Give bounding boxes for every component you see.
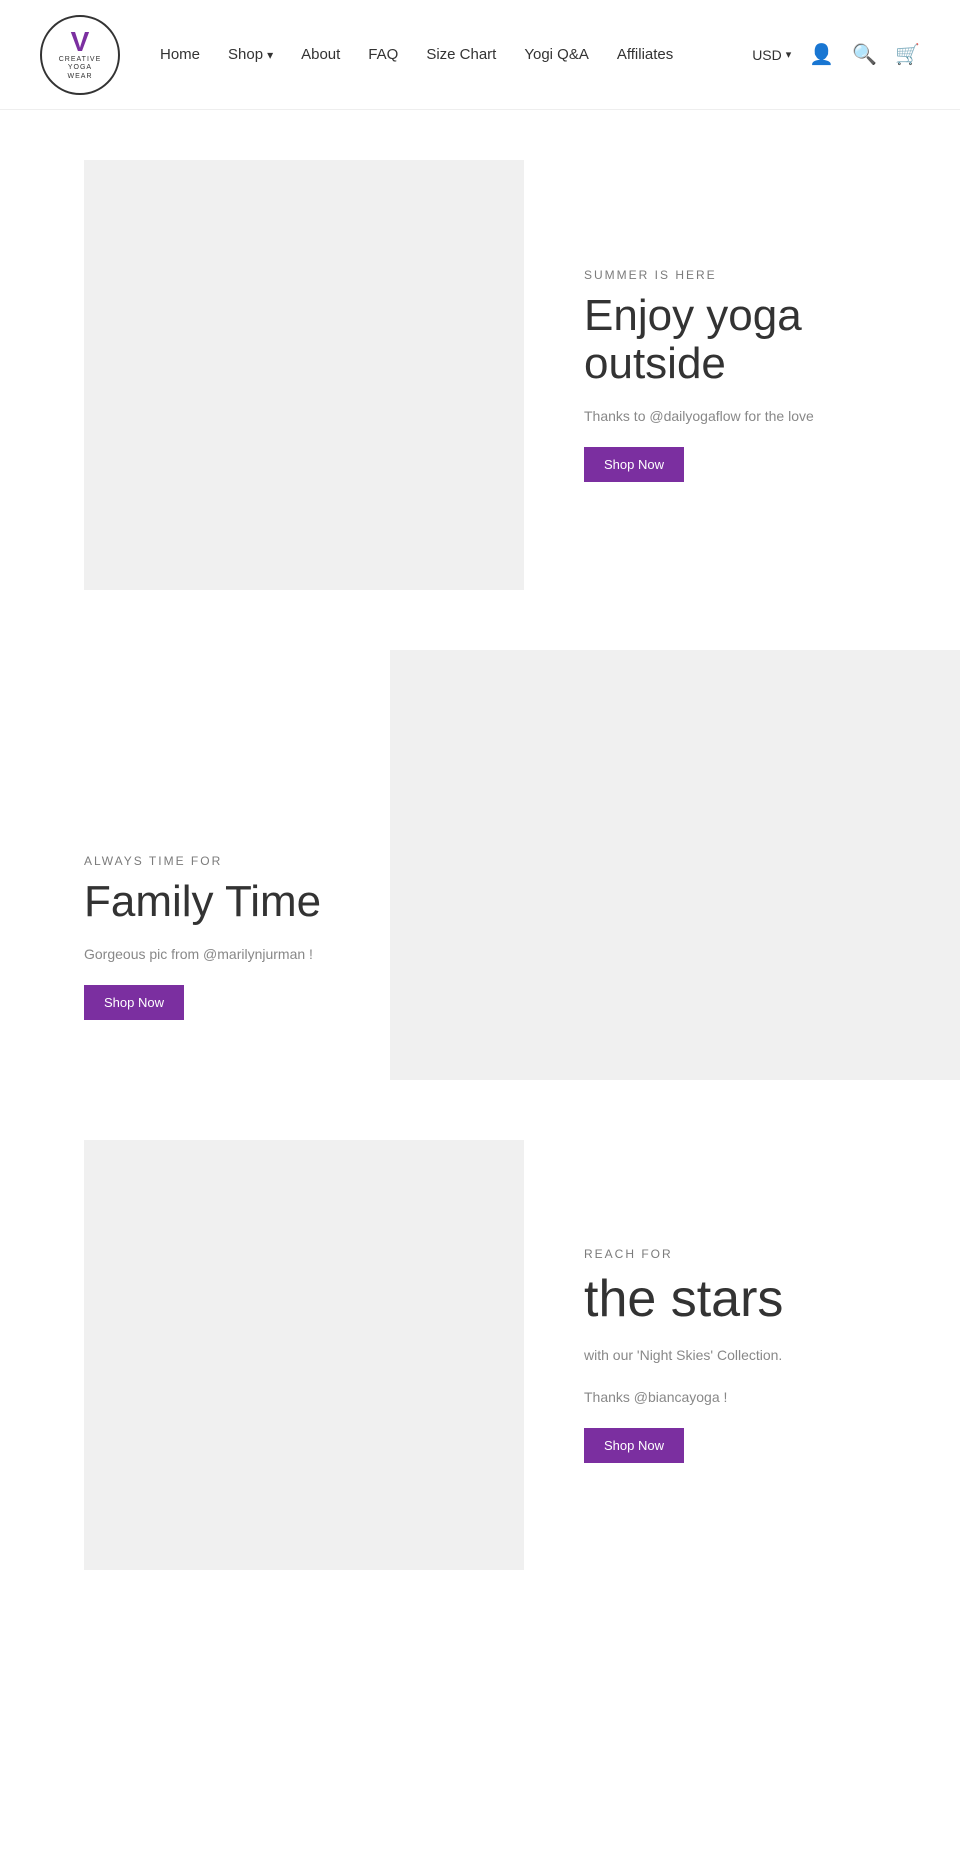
search-icon[interactable]: 🔍 [852,42,877,67]
stars-shop-now-button[interactable]: Shop Now [584,1428,684,1463]
currency-label: USD [752,47,782,63]
section-family: ALWAYS TIME FOR Family Time Gorgeous pic… [0,650,960,1080]
nav-faq[interactable]: FAQ [368,46,398,63]
family-text: ALWAYS TIME FOR Family Time Gorgeous pic… [0,650,390,1080]
summer-text: SUMMER IS HERE Enjoy yoga outside Thanks… [524,228,960,522]
main-nav: Home Shop About FAQ Size Chart Yogi Q&A … [160,46,752,63]
summer-description: Thanks to @dailyogaflow for the love [584,405,920,427]
stars-description: with our 'Night Skies' Collection. [584,1344,910,1366]
stars-image [84,1140,524,1570]
family-eyebrow: ALWAYS TIME FOR [84,854,350,868]
account-icon[interactable]: 👤 [809,42,834,67]
logo-subtext: CREATIVEYOGAWEAR [59,56,102,81]
nav-home[interactable]: Home [160,46,200,63]
cart-icon[interactable]: 🛒 [895,42,920,67]
logo-v: V [71,28,90,56]
stars-description2: Thanks @biancayoga ! [584,1386,910,1408]
nav-yogi-qa[interactable]: Yogi Q&A [524,46,589,63]
family-heading: Family Time [84,878,350,926]
nav-about[interactable]: About [301,46,340,63]
main-content: SUMMER IS HERE Enjoy yoga outside Thanks… [0,110,960,1630]
nav-shop[interactable]: Shop [228,46,273,63]
family-shop-now-button[interactable]: Shop Now [84,985,184,1020]
nav-size-chart[interactable]: Size Chart [426,46,496,63]
summer-shop-now-button[interactable]: Shop Now [584,447,684,482]
currency-selector[interactable]: USD [752,47,791,63]
family-image [390,650,960,1080]
nav-affiliates[interactable]: Affiliates [617,46,673,63]
summer-eyebrow: SUMMER IS HERE [584,268,920,282]
stars-heading: the stars [584,1271,910,1328]
section-summer: SUMMER IS HERE Enjoy yoga outside Thanks… [0,160,960,590]
logo-circle: V CREATIVEYOGAWEAR [40,15,120,95]
family-description: Gorgeous pic from @marilynjurman ! [84,943,350,965]
summer-heading: Enjoy yoga outside [584,292,920,389]
summer-image [84,160,524,590]
section-stars: REACH FOR the stars with our 'Night Skie… [0,1140,960,1570]
site-header: V CREATIVEYOGAWEAR Home Shop About FAQ S… [0,0,960,110]
stars-text: REACH FOR the stars with our 'Night Skie… [524,1207,960,1504]
logo[interactable]: V CREATIVEYOGAWEAR [40,15,120,95]
header-actions: USD 👤 🔍 🛒 [752,42,920,67]
stars-eyebrow: REACH FOR [584,1247,910,1261]
